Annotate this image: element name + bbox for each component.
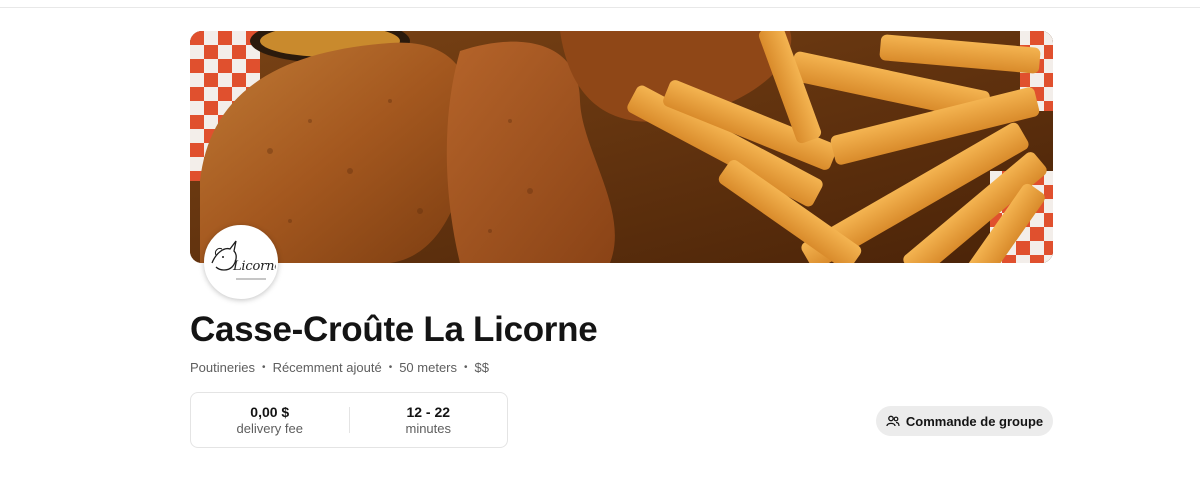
group-order-label: Commande de groupe <box>905 413 1044 429</box>
delivery-fee-block: 0,00 $ delivery fee <box>191 393 349 447</box>
restaurant-logo: Licorne <box>204 225 278 299</box>
hero-image <box>190 31 1053 263</box>
meta-price: $$ <box>474 360 489 375</box>
group-people-icon <box>886 415 900 427</box>
group-order-button[interactable]: Commande de groupe <box>876 406 1053 436</box>
delivery-fee-value: 0,00 $ <box>250 403 290 420</box>
meta-separator: • <box>262 362 266 373</box>
meta-status: Récemment ajouté <box>272 360 382 375</box>
restaurant-title: Casse-Croûte La Licorne <box>190 310 598 349</box>
hero-food-illustration <box>190 31 1053 263</box>
delivery-time-label: minutes <box>405 420 452 436</box>
meta-category[interactable]: Poutineries <box>190 360 255 375</box>
delivery-info-card: 0,00 $ delivery fee 12 - 22 minutes <box>190 392 508 448</box>
delivery-time-value: 12 - 22 <box>406 403 451 420</box>
meta-distance: 50 meters <box>399 360 458 375</box>
meta-separator: • <box>388 362 393 373</box>
delivery-time-block: 12 - 22 minutes <box>350 393 508 447</box>
logo-wordmark: Licorne <box>233 259 278 274</box>
top-divider <box>0 7 1200 8</box>
delivery-fee-label: delivery fee <box>236 420 303 436</box>
restaurant-meta: Poutineries • Récemment ajouté • 50 mete… <box>190 360 489 375</box>
meta-separator: • <box>464 362 468 373</box>
